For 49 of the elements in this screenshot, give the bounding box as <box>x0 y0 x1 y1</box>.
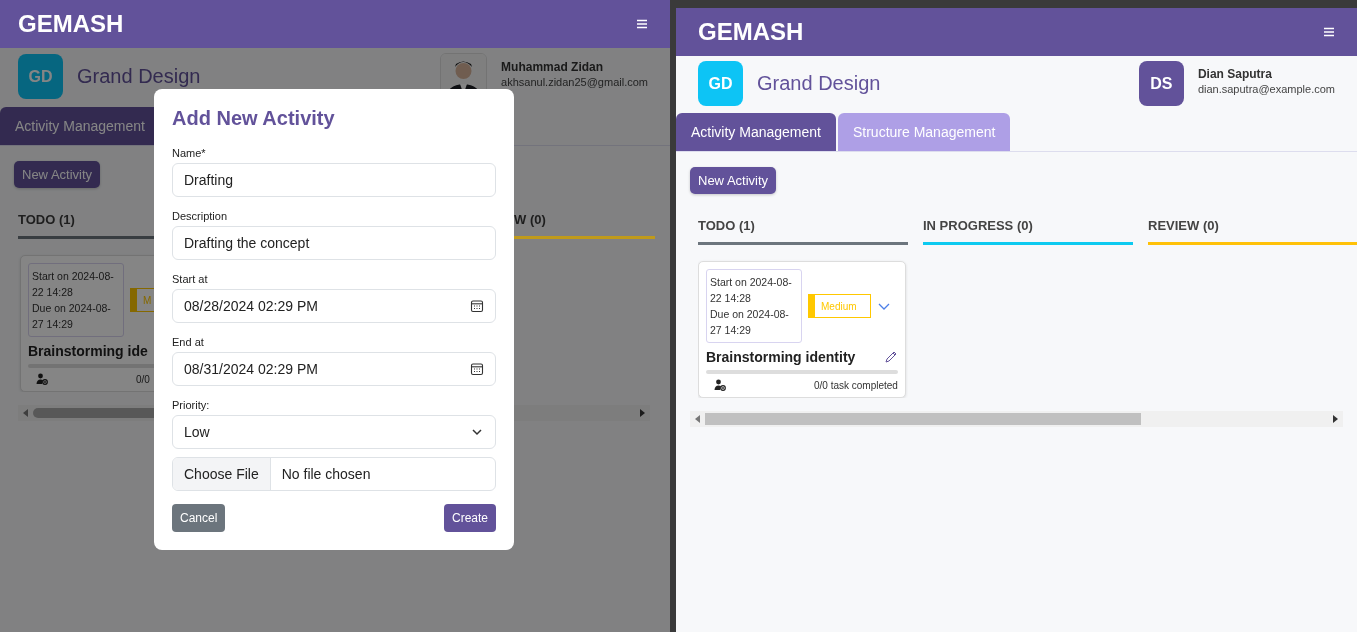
tab[interactable]: Activity Management <box>676 113 836 151</box>
menu-icon[interactable] <box>1323 26 1335 38</box>
left-arrow-icon[interactable] <box>694 415 702 423</box>
column-title: REVIEW (0) <box>1148 218 1357 245</box>
right-arrow-icon[interactable] <box>1331 415 1339 423</box>
date-range: Start on 2024-08-22 14:28 Due on 2024-08-27 14:29 <box>28 263 124 337</box>
text-field[interactable]: Drafting the concept <box>172 226 496 260</box>
date-range: Start on 2024-08-22 14:28 Due on 2024-08-27 14:29 <box>706 269 802 343</box>
project-avatar: GD <box>18 54 63 99</box>
file-field[interactable]: Choose File No file chosen <box>172 457 496 491</box>
priority-tag: Medium <box>808 294 871 318</box>
menu-icon[interactable] <box>636 18 648 30</box>
file-status: No file chosen <box>280 465 371 484</box>
activity-title: Brainstorming ide <box>28 343 148 359</box>
field-label: End at <box>172 336 205 348</box>
text-field[interactable]: Drafting <box>172 163 496 197</box>
new-activity-button[interactable]: New Activity <box>690 167 777 194</box>
person-add-icon[interactable] <box>714 379 726 391</box>
priority-select[interactable]: Low <box>172 415 496 449</box>
field-label: Start at <box>172 273 209 285</box>
user-name: Dian Saputra <box>1197 66 1273 81</box>
column-title: IN PROGRESS (0) <box>923 218 1133 245</box>
project-title: Grand Design <box>77 65 201 88</box>
date-field[interactable]: 08/28/2024 02:29 PM <box>172 289 496 323</box>
field-label: Name* <box>172 147 207 159</box>
task-count: 0/0 task completed <box>814 379 898 391</box>
dialog-title: Add New Activity <box>172 107 336 130</box>
calendar-icon[interactable] <box>470 362 484 376</box>
calendar-icon[interactable] <box>470 299 484 313</box>
left-arrow-icon[interactable] <box>22 409 30 417</box>
task-count: 0/0 <box>136 373 151 385</box>
user-name: Muhammad Zidan <box>501 59 605 74</box>
column-title: TODO (1) <box>698 218 908 245</box>
project-title: Grand Design <box>757 72 881 95</box>
cancel-button[interactable]: Cancel <box>172 504 226 532</box>
create-button[interactable]: Create <box>443 504 496 532</box>
brand-title: GEMASH <box>698 18 804 46</box>
date-field[interactable]: 08/31/2024 02:29 PM <box>172 352 496 386</box>
choose-file-button[interactable]: Choose File <box>173 458 271 490</box>
new-activity-button[interactable]: New Activity <box>14 161 101 188</box>
pencil-icon[interactable] <box>884 350 898 364</box>
user-email: akhsanul.zidan25@gmail.com <box>501 75 648 88</box>
user-email: dian.saputra@example.com <box>1197 82 1335 95</box>
field-label: Priority: <box>172 399 211 411</box>
activity-title: Brainstorming identity <box>706 349 856 365</box>
project-avatar: GD <box>698 61 743 106</box>
field-label: Description <box>172 210 229 222</box>
user-avatar: DS <box>1138 61 1184 106</box>
brand-title: GEMASH <box>18 10 124 38</box>
